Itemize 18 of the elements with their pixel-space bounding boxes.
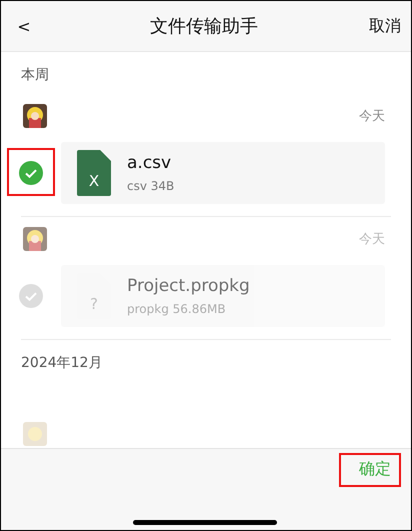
file-glyph: X (88, 172, 100, 190)
file-meta: csv 34B (127, 179, 174, 193)
avatar (23, 422, 47, 446)
file-name: Project.propkg (127, 276, 250, 296)
file-name: a.csv (127, 153, 172, 173)
file-glyph: ? (90, 295, 98, 313)
back-button[interactable]: < (9, 16, 39, 36)
file-meta: propkg 56.86MB (127, 302, 227, 316)
section-heading: 2024年12月 (20, 354, 104, 373)
avatar (23, 104, 47, 128)
file-card[interactable]: X a.csv csv 34B (61, 142, 385, 204)
avatar (23, 227, 47, 251)
cancel-button[interactable]: 取消 (369, 16, 401, 36)
message-time: 今天 (359, 108, 385, 125)
window-title: 文件传输助手 (150, 15, 258, 38)
section-heading: 本周 (20, 66, 50, 85)
message-time: 今天 (359, 231, 385, 248)
check-icon[interactable] (19, 161, 43, 185)
